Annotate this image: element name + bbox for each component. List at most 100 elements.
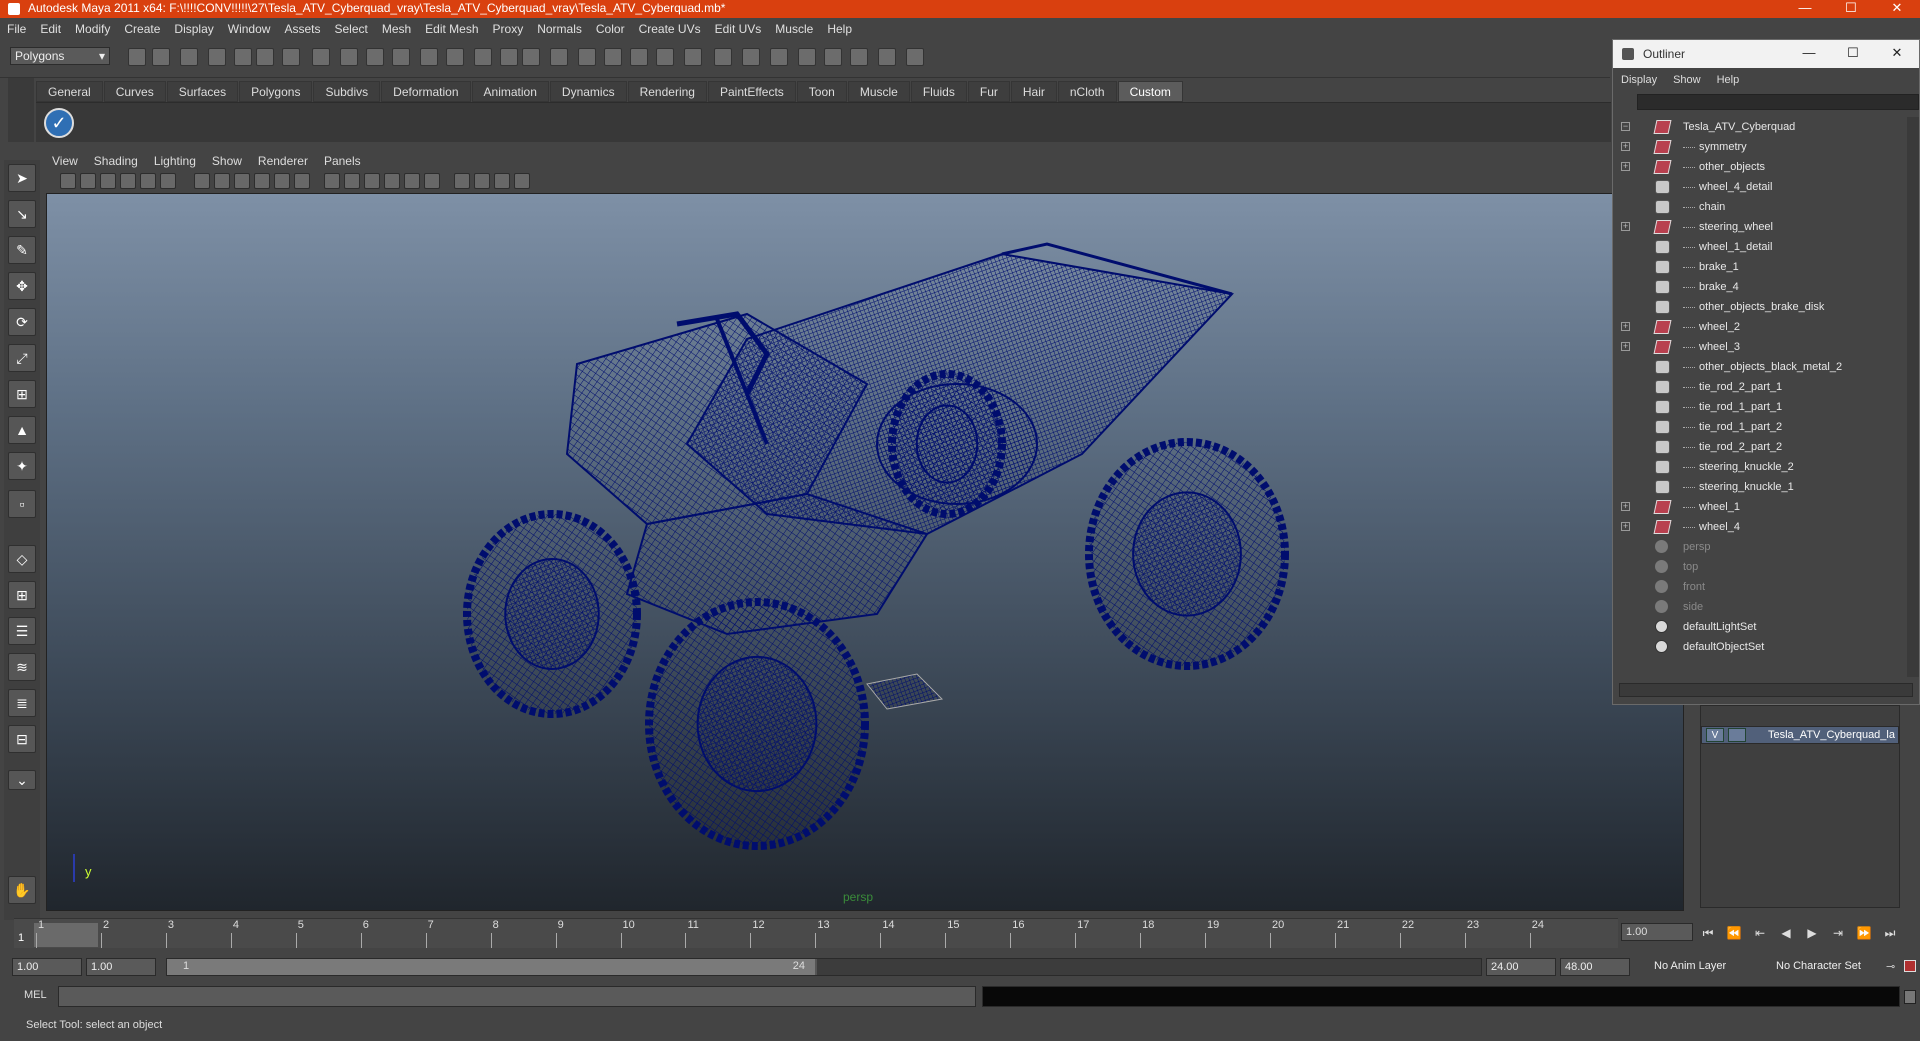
outliner-horizontal-scrollbar[interactable] xyxy=(1619,683,1913,697)
four-pane-layout-icon[interactable]: ⊞ xyxy=(8,581,36,609)
hypershade-icon[interactable] xyxy=(824,48,842,66)
last-tool-icon[interactable]: ▫ xyxy=(8,490,36,518)
ipr-render-icon[interactable] xyxy=(446,48,464,66)
layer-playback-toggle[interactable] xyxy=(1728,728,1746,742)
construction-history-icon[interactable] xyxy=(550,48,568,66)
shelf-tab-hair[interactable]: Hair xyxy=(1010,81,1057,102)
xray-components-icon[interactable] xyxy=(514,173,530,189)
outliner-item[interactable]: other_objects_brake_disk xyxy=(1613,297,1906,317)
maximize-button[interactable]: ☐ xyxy=(1828,0,1874,18)
expand-icon[interactable]: + xyxy=(1621,162,1630,171)
menu-edit[interactable]: Edit xyxy=(33,18,68,40)
render-globals-icon[interactable] xyxy=(630,48,648,66)
select-by-component-icon[interactable] xyxy=(256,48,274,66)
history-icon[interactable] xyxy=(392,48,410,66)
time-slider[interactable]: 1 1 2 3 4 5 6 7 8 9 10 11 12 13 14 15 16 17 18 19 20 21 22 23 2… xyxy=(14,918,1618,948)
menu-color[interactable]: Color xyxy=(589,18,632,40)
snap-grid-icon[interactable] xyxy=(282,48,300,66)
outliner-item[interactable]: + wheel_4 xyxy=(1613,517,1906,537)
shelf-tab-fluids[interactable]: Fluids xyxy=(910,81,967,102)
lasso-tool-icon[interactable]: ↘ xyxy=(8,200,36,228)
wireframe-on-shaded-icon[interactable] xyxy=(364,173,380,189)
shelf-side-controls[interactable] xyxy=(8,78,34,142)
outliner-item[interactable]: brake_4 xyxy=(1613,277,1906,297)
go-to-start-icon[interactable]: ⏮ xyxy=(1699,926,1717,940)
layer-editor-icon[interactable] xyxy=(906,48,924,66)
select-by-object-icon[interactable] xyxy=(234,48,252,66)
menu-create[interactable]: Create xyxy=(117,18,167,40)
outliner-close-button[interactable]: ✕ xyxy=(1875,40,1919,68)
checkmark-icon[interactable]: ✓ xyxy=(44,108,74,138)
mel-input-field[interactable] xyxy=(58,986,976,1007)
expand-icon[interactable]: + xyxy=(1621,142,1630,151)
panel-menu-lighting[interactable]: Lighting xyxy=(146,152,204,170)
outliner-item[interactable]: wheel_1_detail xyxy=(1613,237,1906,257)
universal-manipulator-icon[interactable]: ⊞ xyxy=(8,380,36,408)
render-view-icon[interactable] xyxy=(578,48,596,66)
outliner-item[interactable]: defaultLightSet xyxy=(1613,617,1906,637)
gate-mask-icon[interactable] xyxy=(234,173,250,189)
graph-editor-icon[interactable] xyxy=(850,48,868,66)
outliner-item[interactable]: brake_1 xyxy=(1613,257,1906,277)
select-camera-icon[interactable] xyxy=(60,173,76,189)
move-tool-icon[interactable]: ✥ xyxy=(8,272,36,300)
shelf-tab-subdivs[interactable]: Subdivs xyxy=(313,81,381,102)
outliner-item[interactable]: tie_rod_1_part_2 xyxy=(1613,417,1906,437)
menu-proxy[interactable]: Proxy xyxy=(486,18,531,40)
panel-menu-show[interactable]: Show xyxy=(204,152,250,170)
rotate-tool-icon[interactable]: ⟳ xyxy=(8,308,36,336)
safe-title-icon[interactable] xyxy=(294,173,310,189)
shelf-tab-painteffects[interactable]: PaintEffects xyxy=(707,81,796,102)
menu-edit-uvs[interactable]: Edit UVs xyxy=(708,18,769,40)
snap-point-icon[interactable] xyxy=(340,48,358,66)
menu-set-dropdown[interactable]: Polygons ▾ xyxy=(10,47,110,65)
range-slider-thumb[interactable]: 1 24 xyxy=(167,959,817,975)
select-tool-icon[interactable]: ➤ xyxy=(8,164,36,192)
select-by-hierarchy-icon[interactable] xyxy=(208,48,226,66)
menu-modify[interactable]: Modify xyxy=(68,18,117,40)
character-set-dropdown[interactable]: No Character Set xyxy=(1772,958,1880,976)
expand-icon[interactable]: + xyxy=(1621,522,1630,531)
scale-tool-icon[interactable]: ⤢ xyxy=(8,344,36,372)
menu-window[interactable]: Window xyxy=(221,18,278,40)
outliner-minimize-button[interactable]: — xyxy=(1787,40,1831,68)
layer-visibility-toggle[interactable]: V xyxy=(1706,728,1724,742)
persp-viewport[interactable]: y persp xyxy=(46,193,1684,911)
smooth-shade-icon[interactable] xyxy=(344,173,360,189)
outliner-maximize-button[interactable]: ☐ xyxy=(1831,40,1875,68)
hand-tool-icon[interactable]: ✋ xyxy=(8,876,36,904)
textured-icon[interactable] xyxy=(384,173,400,189)
outliner-item[interactable]: tie_rod_1_part_1 xyxy=(1613,397,1906,417)
save-scene-icon[interactable] xyxy=(180,48,198,66)
expand-icon[interactable]: + xyxy=(1621,322,1630,331)
anim-layer-dropdown[interactable]: No Anim Layer xyxy=(1650,958,1758,976)
show-manipulator-icon[interactable]: ✦ xyxy=(8,452,36,480)
snap-curve-icon[interactable] xyxy=(312,48,330,66)
ipr-icon[interactable] xyxy=(604,48,622,66)
playback-start-field[interactable]: 1.00 xyxy=(86,958,156,976)
xray-icon[interactable] xyxy=(474,173,490,189)
close-button[interactable]: ✕ xyxy=(1874,0,1920,18)
input-ops-icon[interactable] xyxy=(656,48,674,66)
shelf-tab-dynamics[interactable]: Dynamics xyxy=(549,81,627,102)
outliner-item[interactable]: + wheel_1 xyxy=(1613,497,1906,517)
menu-file[interactable]: File xyxy=(0,18,33,40)
key-icon[interactable]: ⊸ xyxy=(1886,960,1900,974)
menu-assets[interactable]: Assets xyxy=(277,18,327,40)
outliner-persp-layout-icon[interactable]: ☰ xyxy=(8,617,36,645)
camera-attributes-icon[interactable] xyxy=(80,173,96,189)
step-forward-key-icon[interactable]: ⇥ xyxy=(1829,926,1847,940)
outliner-item[interactable]: side xyxy=(1613,597,1906,617)
image-plane-icon[interactable] xyxy=(120,173,136,189)
outliner-item[interactable]: − Tesla_ATV_Cyberquad xyxy=(1613,117,1906,137)
shadows-icon[interactable] xyxy=(424,173,440,189)
outliner-item[interactable]: + wheel_3 xyxy=(1613,337,1906,357)
outliner-toggle-icon[interactable] xyxy=(798,48,816,66)
mel-label[interactable]: MEL xyxy=(24,989,47,1001)
resolution-gate-icon[interactable] xyxy=(214,173,230,189)
menu-edit-mesh[interactable]: Edit Mesh xyxy=(418,18,485,40)
collapse-icon[interactable]: − xyxy=(1621,122,1630,131)
shelf-tab-polygons[interactable]: Polygons xyxy=(239,81,313,102)
film-gate-icon[interactable] xyxy=(194,173,210,189)
persp-graph-layout-icon[interactable]: ≋ xyxy=(8,653,36,681)
